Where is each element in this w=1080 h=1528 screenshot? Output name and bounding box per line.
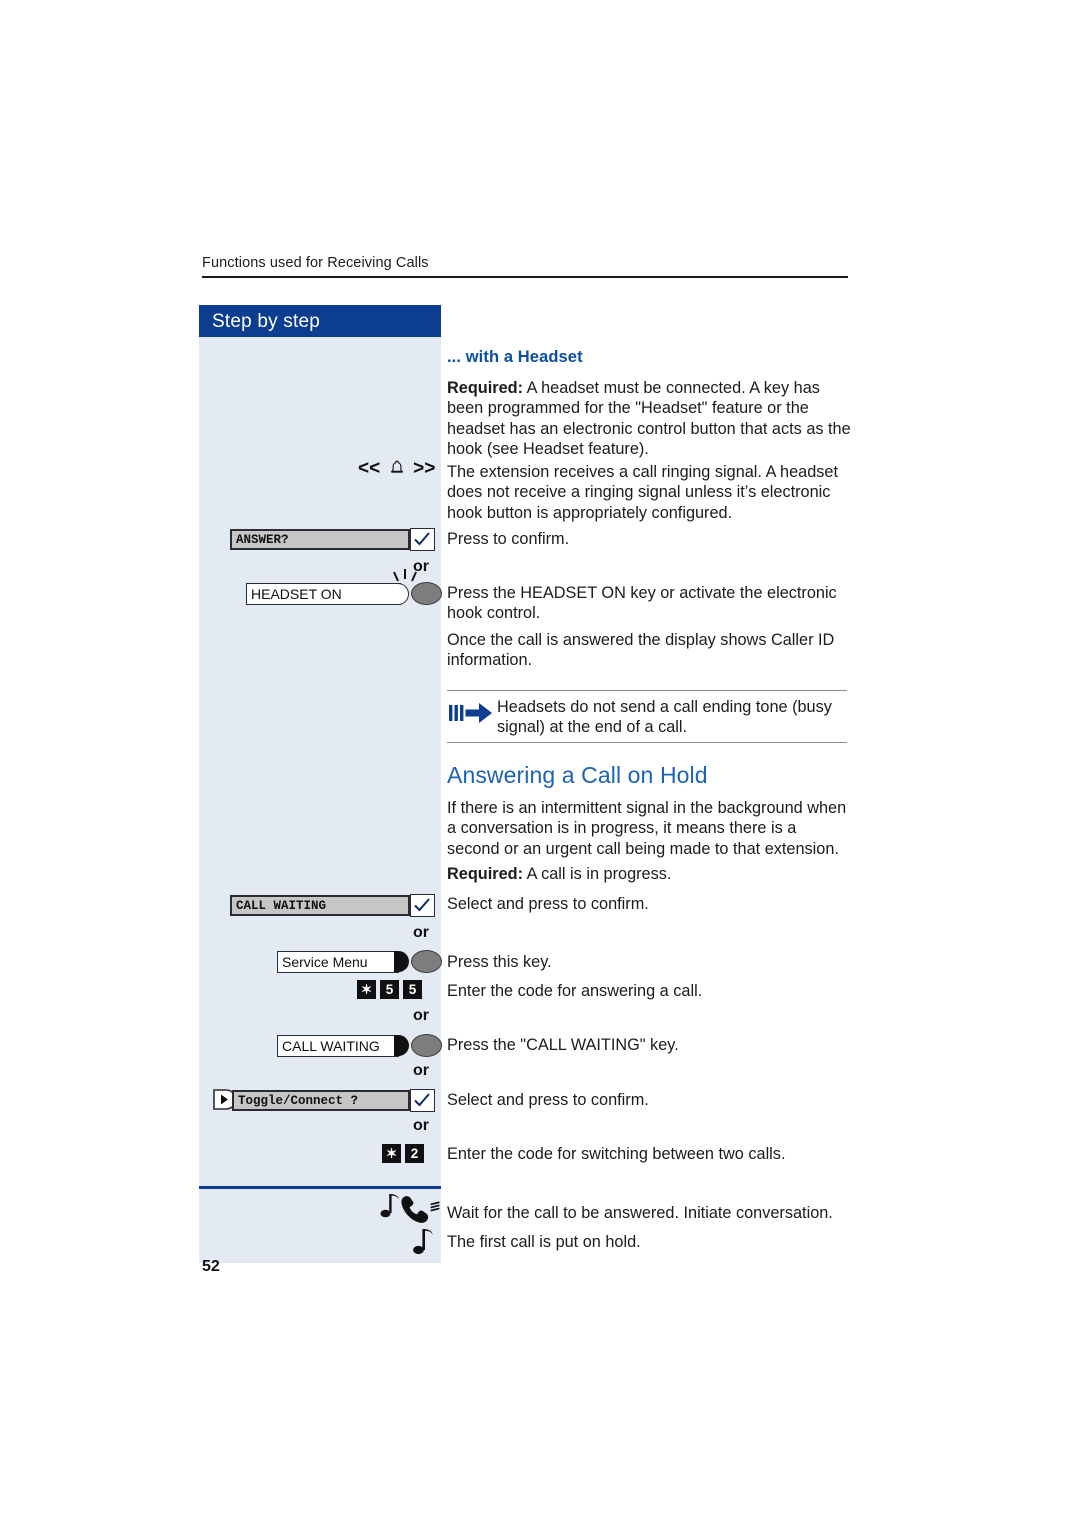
softkey-answer-label: ANSWER? bbox=[236, 533, 289, 547]
text-press-call-waiting-key: Press the "CALL WAITING" key. bbox=[447, 1036, 679, 1054]
page-number: 52 bbox=[202, 1258, 220, 1275]
note-rule-top bbox=[447, 690, 847, 691]
or-label-3: or bbox=[413, 1007, 429, 1024]
note-text: Headsets do not send a call ending tone … bbox=[497, 698, 832, 737]
checkmark-icon bbox=[414, 898, 430, 912]
ring-indicator: << >> bbox=[358, 458, 435, 480]
text-enter-code-toggle: Enter the code for switching between two… bbox=[447, 1145, 786, 1163]
handset-ringing-icon bbox=[380, 1194, 440, 1223]
paragraph-ringing-signal: The extension receives a call ringing si… bbox=[447, 463, 838, 522]
running-header: Functions used for Receiving Calls bbox=[202, 255, 429, 271]
key-headset-on[interactable]: HEADSET ON bbox=[246, 583, 401, 605]
required-text-2: A call is in progress. bbox=[523, 865, 672, 883]
paragraph-required-headset: Required: A headset must be connected. A… bbox=[447, 378, 851, 460]
text-select-confirm-2: Select and press to confirm. bbox=[447, 1091, 649, 1109]
key-call-waiting[interactable]: CALL WAITING bbox=[277, 1035, 399, 1057]
keypad-digit[interactable]: ✶ bbox=[382, 1144, 401, 1163]
ring-indicator-left: << bbox=[358, 458, 381, 479]
music-note-icon bbox=[413, 1229, 433, 1255]
keypad-digit[interactable]: 2 bbox=[405, 1144, 424, 1163]
sidebar-title: Step by step bbox=[212, 311, 321, 332]
header-rule bbox=[202, 276, 848, 278]
text-select-confirm-1: Select and press to confirm. bbox=[447, 895, 649, 913]
required-label: Required: bbox=[447, 379, 523, 397]
heading-with-a-headset: ... with a Headset bbox=[447, 348, 583, 366]
softkey-call-waiting[interactable]: CALL WAITING bbox=[230, 895, 410, 916]
keypad-digit[interactable]: ✶ bbox=[357, 980, 376, 999]
required-label-2: Required: bbox=[447, 865, 523, 883]
key-service-menu-label: Service Menu bbox=[282, 954, 368, 970]
text-press-this-key: Press this key. bbox=[447, 953, 552, 971]
keypad-digit[interactable]: 5 bbox=[403, 980, 422, 999]
manual-page: Functions used for Receiving Calls Step … bbox=[0, 0, 1080, 1528]
lamp-headset-on bbox=[411, 582, 442, 605]
checkmark-icon bbox=[414, 532, 430, 546]
paragraph-intermittent-signal: If there is an intermittent signal in th… bbox=[447, 799, 847, 858]
softkey-toggle-connect-label: Toggle/Connect ? bbox=[238, 1094, 359, 1108]
text-enter-code-answer: Enter the code for answering a call. bbox=[447, 982, 703, 1000]
note-arrow-icon bbox=[449, 703, 492, 723]
text-wait-for-answer: Wait for the call to be answered. Initia… bbox=[447, 1204, 833, 1222]
text-press-headset-on: Press the HEADSET ON key or activate the… bbox=[447, 584, 837, 623]
confirm-key-call-waiting[interactable] bbox=[410, 894, 435, 917]
or-label-2: or bbox=[413, 924, 429, 941]
confirm-key-answer[interactable] bbox=[410, 528, 435, 551]
softkey-answer[interactable]: ANSWER? bbox=[230, 529, 410, 550]
keypad-code-toggle[interactable]: ✶ 2 bbox=[382, 1144, 424, 1163]
keypad-digit[interactable]: 5 bbox=[380, 980, 399, 999]
confirm-key-toggle[interactable] bbox=[410, 1089, 435, 1112]
text-caller-id: Once the call is answered the display sh… bbox=[447, 631, 835, 670]
keypad-code-answer[interactable]: ✶ 5 5 bbox=[357, 980, 422, 999]
ring-indicator-right: >> bbox=[413, 458, 436, 479]
lamp-service-menu bbox=[411, 950, 442, 973]
softkey-toggle-connect[interactable]: Toggle/Connect ? bbox=[232, 1090, 410, 1111]
key-headset-on-label: HEADSET ON bbox=[251, 586, 342, 602]
key-service-menu[interactable]: Service Menu bbox=[277, 951, 399, 973]
lamp-call-waiting bbox=[411, 1034, 442, 1057]
bell-icon bbox=[390, 460, 403, 473]
paragraph-required-hold: Required: A call is in progress. bbox=[447, 864, 851, 884]
key-call-waiting-label: CALL WAITING bbox=[282, 1038, 380, 1054]
checkmark-icon bbox=[414, 1093, 430, 1107]
or-label-4: or bbox=[413, 1062, 429, 1079]
sidebar-bottom-rule bbox=[199, 1186, 441, 1189]
note-rule-bottom bbox=[447, 742, 847, 743]
softkey-call-waiting-label: CALL WAITING bbox=[236, 899, 327, 913]
step-by-step-sidebar bbox=[199, 305, 441, 1263]
text-press-to-confirm: Press to confirm. bbox=[447, 530, 570, 548]
sidebar-title-bar: Step by step bbox=[199, 305, 441, 337]
or-label-5: or bbox=[413, 1117, 429, 1134]
text-first-call-on-hold: The first call is put on hold. bbox=[447, 1233, 641, 1251]
heading-answering-call-on-hold: Answering a Call on Hold bbox=[447, 762, 708, 788]
